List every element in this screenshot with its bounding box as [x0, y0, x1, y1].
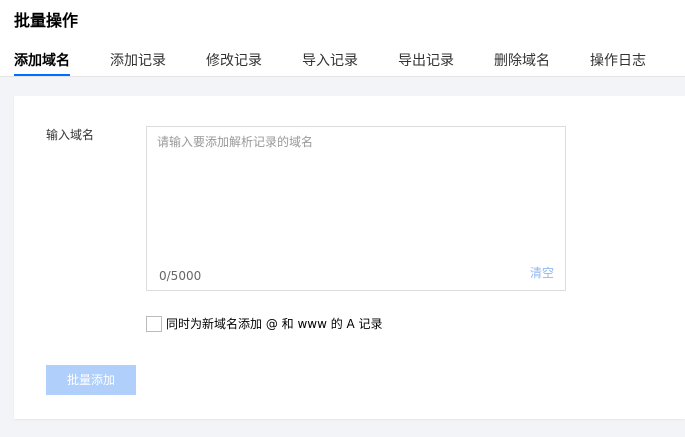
form-card: 输入域名 0/5000 清空 同时为新域名添加 @ 和 www 的 A 记录 批… — [14, 96, 685, 419]
add-default-records-checkbox[interactable] — [146, 316, 162, 332]
page-header: 批量操作 添加域名 添加记录 修改记录 导入记录 导出记录 删除域名 操作日志 — [0, 0, 685, 77]
tab-add-record[interactable]: 添加记录 — [110, 51, 166, 77]
tab-export-record[interactable]: 导出记录 — [398, 51, 454, 77]
batch-add-button[interactable]: 批量添加 — [46, 365, 136, 395]
tab-bar: 添加域名 添加记录 修改记录 导入记录 导出记录 删除域名 操作日志 — [14, 51, 685, 77]
domain-field-label: 输入域名 — [46, 128, 95, 142]
clear-button[interactable]: 清空 — [530, 264, 554, 281]
domain-input[interactable] — [147, 127, 565, 290]
domain-textarea-container: 0/5000 清空 — [146, 126, 566, 291]
page-title: 批量操作 — [14, 11, 79, 30]
tab-add-domain[interactable]: 添加域名 — [14, 51, 70, 77]
tab-divider — [0, 76, 685, 77]
tab-import-record[interactable]: 导入记录 — [302, 51, 358, 77]
char-counter: 0/5000 — [159, 269, 202, 283]
add-default-records-label[interactable]: 同时为新域名添加 @ 和 www 的 A 记录 — [166, 315, 383, 333]
tab-operation-log[interactable]: 操作日志 — [590, 51, 646, 77]
add-default-records-option: 同时为新域名添加 @ 和 www 的 A 记录 — [146, 315, 383, 333]
tab-modify-record[interactable]: 修改记录 — [206, 51, 262, 77]
tab-delete-domain[interactable]: 删除域名 — [494, 51, 550, 77]
